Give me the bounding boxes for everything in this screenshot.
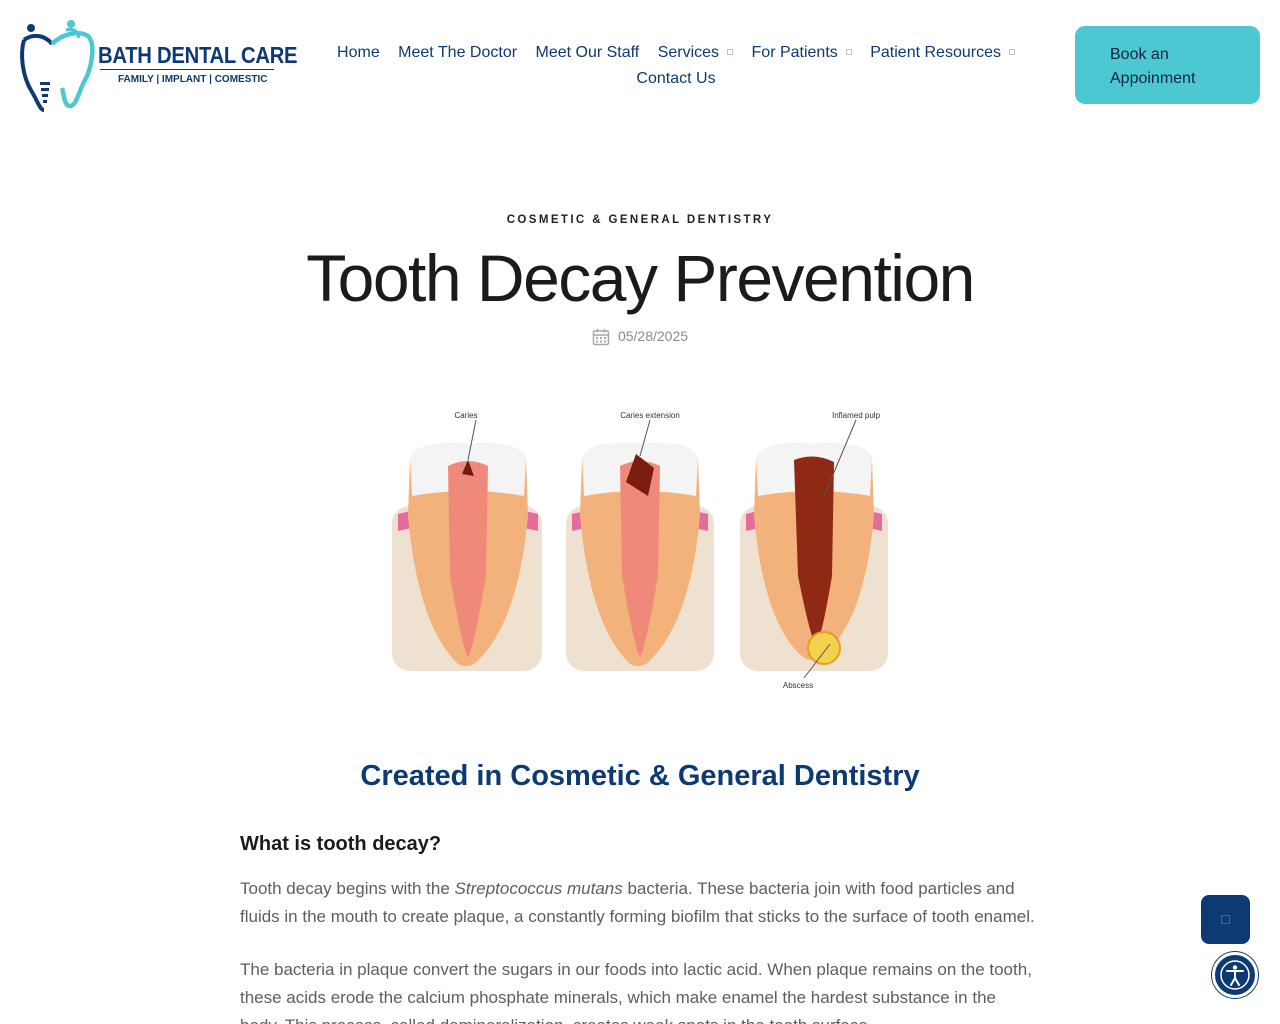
chat-button[interactable]: □ [1201,895,1250,944]
logo-name: BATH DENTAL CARE [98,42,298,68]
book-button-line-2: Appoinment [1110,70,1196,87]
calendar-icon [592,329,610,346]
section-heading: What is tooth decay? [240,833,442,855]
nav-services-label: Services [657,44,720,61]
accessibility-icon [1220,960,1250,990]
book-appointment-button[interactable]: Book an Appoinment [1075,26,1260,104]
tooth-stage-inflamed-pulp [740,419,888,679]
accessibility-button[interactable] [1212,952,1258,998]
site-logo[interactable]: BATH DENTAL CARE FAMILY | IMPLANT | COME… [18,18,298,114]
nav-for-patients[interactable]: For Patients [752,40,852,66]
nav-patient-resources[interactable]: Patient Resources [870,40,1015,66]
paragraph-1-text-a: Tooth decay begins with the [240,879,455,898]
nav-meet-the-doctor[interactable]: Meet The Doctor [398,40,517,66]
page-title: Tooth Decay Prevention [306,241,975,315]
paragraph-2: The bacteria in plaque convert the sugar… [240,960,1032,1024]
paragraph-1-emphasis: Streptococcus mutans [454,879,623,898]
nav-contact-us[interactable]: Contact Us [636,66,715,92]
paragraph-1: Tooth decay begins with the Streptococcu… [240,875,1040,931]
tooth-stage-caries [392,419,542,671]
nav-patient-resources-label: Patient Resources [870,44,1001,61]
label-caries-extension: Caries extension [620,411,680,420]
post-category[interactable]: COSMETIC & GENERAL DENTISTRY [0,214,1280,226]
post-date: 05/28/2025 [0,328,1280,346]
logo-divider [100,69,274,70]
main-nav: Home Meet The Doctor Meet Our Staff Serv… [318,40,1034,92]
nav-home[interactable]: Home [337,40,380,66]
label-caries: Caries [454,411,477,420]
tooth-stage-caries-extension [566,419,714,671]
logo-tagline: FAMILY | IMPLANT | COMESTIC [118,74,268,85]
label-inflamed-pulp: Inflamed pulp [832,411,881,420]
dropdown-caret-icon [845,49,852,55]
dropdown-caret-icon [727,49,734,55]
created-in-heading: Created in Cosmetic & General Dentistry [360,760,920,792]
book-button-line-1: Book an [1110,46,1169,63]
nav-meet-our-staff[interactable]: Meet Our Staff [536,40,640,66]
chat-icon: □ [1221,911,1230,927]
label-abscess: Abscess [783,681,813,690]
dropdown-caret-icon [1008,49,1015,55]
tooth-logo-icon [20,20,95,112]
post-date-text: 05/28/2025 [617,328,689,344]
nav-for-patients-label: For Patients [751,44,838,61]
nav-services[interactable]: Services [657,40,734,66]
tooth-decay-illustration: Caries Caries extension Inflamed pulp Ab… [392,411,888,690]
